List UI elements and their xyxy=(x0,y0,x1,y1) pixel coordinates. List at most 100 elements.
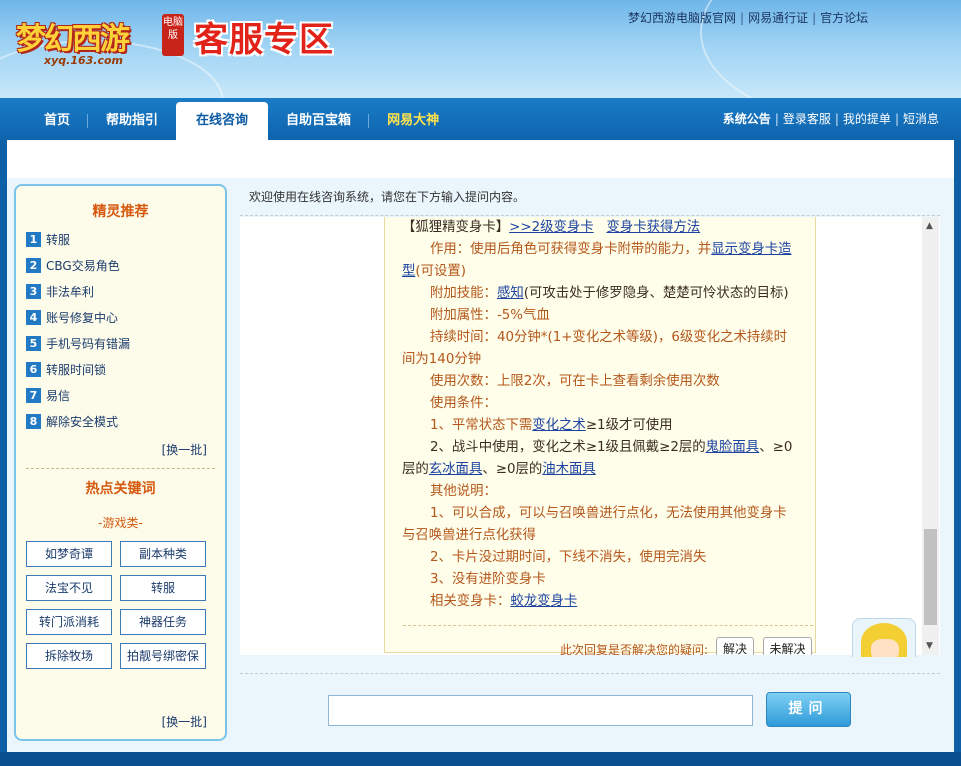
condition-text: 1、平常状态下需 xyxy=(430,418,533,433)
unresolved-button[interactable]: 未解决 xyxy=(763,637,812,655)
recommend-item[interactable]: 3 非法牟利 xyxy=(26,278,130,304)
transform-skill-link[interactable]: 变化之术 xyxy=(532,418,586,433)
note-text: 3、没有进阶变身卡 xyxy=(430,572,546,587)
nav-right-links: 系统公告 | 登录客服 | 我的提单 | 短消息 xyxy=(722,112,939,126)
tab-home[interactable]: 首页 xyxy=(26,102,89,140)
skill-desc: (可攻击处于修罗隐身、楚楚可怜状态的目标) xyxy=(523,286,789,301)
recommend-list: 1 转服 2 CBG交易角色 3 非法牟利 4 账号修复中心 5 手机号码有错漏 6 转服时… xyxy=(26,226,130,434)
refresh-keywords-link[interactable]: [换一批] xyxy=(162,713,207,730)
welcome-text: 欢迎使用在线咨询系统，请您在下方输入提问内容。 xyxy=(249,190,526,204)
ask-button[interactable]: 提问 xyxy=(766,692,851,727)
keyword-button[interactable]: 如梦奇谭 xyxy=(26,541,112,567)
duration-text-cont: 间为140分钟 xyxy=(402,352,482,367)
tab-netease-dashen[interactable]: 网易大神 xyxy=(369,102,457,140)
login-service-link[interactable]: 登录客服 xyxy=(783,112,831,126)
chat-scrollbar[interactable]: ▲ ▼ xyxy=(922,217,939,655)
skill-link[interactable]: 感知 xyxy=(497,286,524,301)
system-notice-link[interactable]: 系统公告 xyxy=(723,112,771,126)
conditions-label: 使用条件： xyxy=(430,396,497,411)
divider xyxy=(240,215,940,216)
logo-url: xyq.163.com xyxy=(44,54,123,67)
keyword-button[interactable]: 法宝不见 xyxy=(26,575,112,601)
divider xyxy=(26,468,215,469)
item-label: 转服 xyxy=(46,232,71,247)
keyword-button[interactable]: 转服 xyxy=(120,575,206,601)
keyword-button[interactable]: 拆除牧场 xyxy=(26,643,112,669)
tab-help[interactable]: 帮助指引 xyxy=(88,102,176,140)
hot-keywords-title: 热点关键词 xyxy=(85,481,156,497)
condition-text: 、≥0层的 xyxy=(482,462,543,477)
ice-mask-link[interactable]: 玄冰面具 xyxy=(429,462,483,477)
top-links: 梦幻西游电脑版官网 | 网易通行证 | 官方论坛 xyxy=(628,11,869,25)
hot-category: -游戏类- xyxy=(98,516,143,530)
recommend-item[interactable]: 2 CBG交易角色 xyxy=(26,252,130,278)
keyword-button[interactable]: 转门派消耗 xyxy=(26,609,112,635)
logo-badge: 电脑版 xyxy=(162,14,184,56)
item-number: 7 xyxy=(26,387,41,403)
item-number: 5 xyxy=(26,335,41,351)
item-label: 转服时间锁 xyxy=(46,362,107,377)
tab-online-consult[interactable]: 在线咨询 xyxy=(176,102,269,140)
recommend-item[interactable]: 6 转服时间锁 xyxy=(26,356,130,382)
attribute-text: 附加属性：-5%气血 xyxy=(430,308,550,323)
note-text-cont: 与召唤兽进行点化获得 xyxy=(402,528,536,543)
page-title: 客服专区 xyxy=(194,20,334,60)
note-text: 1、可以合成，可以与召唤兽进行点化，无法使用其他变身卡 xyxy=(430,506,787,521)
card-title: 【狐狸精变身卡】 xyxy=(402,220,510,235)
question-input[interactable] xyxy=(328,695,753,726)
sidebar: 精灵推荐 1 转服 2 CBG交易角色 3 非法牟利 4 账号修复中心 5 手机号码有错漏… xyxy=(14,184,227,741)
divider xyxy=(240,673,940,674)
item-label: 账号修复中心 xyxy=(46,310,119,325)
logo-text: 梦幻西游 xyxy=(16,22,130,57)
recommend-item[interactable]: 7 易信 xyxy=(26,382,130,408)
ghost-mask-link[interactable]: 鬼脸面具 xyxy=(706,440,760,455)
item-label: 易信 xyxy=(46,388,71,403)
item-number: 4 xyxy=(26,309,41,325)
duration-text: 持续时间：40分钟*(1+变化之术等级)，6级变化之术持续时 xyxy=(430,330,788,345)
chat-log: 【狐狸精变身卡】>>2级变身卡 变身卡获得方法 作用：使用后角色可获得变身卡附带… xyxy=(240,217,940,655)
my-tickets-link[interactable]: 我的提单 xyxy=(843,112,891,126)
netease-passport-link[interactable]: 网易通行证 xyxy=(748,11,808,25)
official-forum-link[interactable]: 官方论坛 xyxy=(820,11,868,25)
recommend-title: 精灵推荐 xyxy=(92,204,149,220)
recommend-item[interactable]: 8 解除安全模式 xyxy=(26,408,130,434)
skill-label: 附加技能： xyxy=(430,286,497,301)
keyword-button[interactable]: 拍靓号绑密保 xyxy=(120,643,206,669)
scroll-thumb[interactable] xyxy=(924,529,937,625)
keyword-button[interactable]: 副本种类 xyxy=(120,541,206,567)
condition-text: 2、战斗中使用，变化之术≥1级且佩戴≥2层的 xyxy=(430,440,706,455)
show-card-model-link-cont[interactable]: 型 xyxy=(402,264,415,279)
item-label: 解除安全模式 xyxy=(46,414,119,429)
refresh-recommend-link[interactable]: [换一批] xyxy=(162,441,207,458)
note-text: 2、卡片没过期时间，下线不消失，使用完消失 xyxy=(430,550,707,565)
usage-count-text: 使用次数：上限2次，可在卡上查看剩余使用次数 xyxy=(430,374,720,389)
reply-content: 【狐狸精变身卡】>>2级变身卡 变身卡获得方法 作用：使用后角色可获得变身卡附带… xyxy=(402,217,810,613)
game-logo[interactable]: 梦幻西游 电脑版 xyq.163.com xyxy=(10,4,188,70)
sub-nav-band xyxy=(7,140,954,178)
item-number: 1 xyxy=(26,231,41,247)
dragon-card-link[interactable]: 蛟龙变身卡 xyxy=(510,594,577,609)
official-site-link[interactable]: 梦幻西游电脑版官网 xyxy=(628,11,736,25)
item-number: 6 xyxy=(26,361,41,377)
scroll-up-icon[interactable]: ▲ xyxy=(926,221,933,231)
wood-mask-link[interactable]: 油木面具 xyxy=(542,462,596,477)
recommend-item[interactable]: 1 转服 xyxy=(26,226,130,252)
card-obtain-link[interactable]: 变身卡获得方法 xyxy=(606,220,700,235)
other-notes-label: 其他说明： xyxy=(430,484,497,499)
condition-text: ≥1级才可使用 xyxy=(585,418,673,433)
recommend-item[interactable]: 5 手机号码有错漏 xyxy=(26,330,130,356)
item-number: 8 xyxy=(26,413,41,429)
keyword-button[interactable]: 神器任务 xyxy=(120,609,206,635)
messages-link[interactable]: 短消息 xyxy=(903,112,939,126)
item-label: 手机号码有错漏 xyxy=(46,336,131,351)
scroll-down-icon[interactable]: ▼ xyxy=(926,641,933,651)
item-label: 非法牟利 xyxy=(46,284,95,299)
resolved-button[interactable]: 解决 xyxy=(716,637,754,655)
main-nav: 首页 帮助指引 在线咨询 自助百宝箱 网易大神 系统公告 | 登录客服 | 我的提单 | 短… xyxy=(0,98,961,140)
effect-text: 作用：使用后角色可获得变身卡附带的能力，并 xyxy=(430,242,712,257)
tab-self-service[interactable]: 自助百宝箱 xyxy=(268,102,370,140)
effect-text-cont: (可设置) xyxy=(415,264,467,279)
recommend-item[interactable]: 4 账号修复中心 xyxy=(26,304,130,330)
level2-card-link[interactable]: >>2级变身卡 xyxy=(509,220,594,235)
show-card-model-link[interactable]: 显示变身卡造 xyxy=(711,242,791,257)
